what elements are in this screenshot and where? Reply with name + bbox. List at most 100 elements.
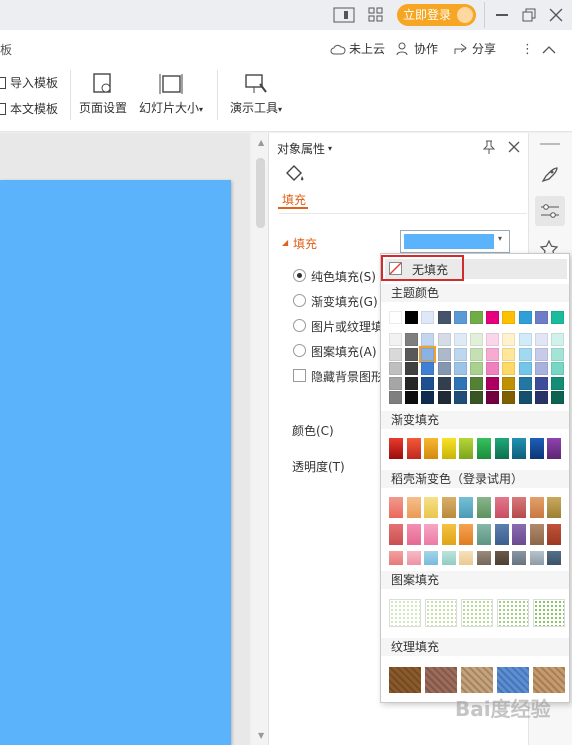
theme-color-swatch[interactable] [437,347,451,361]
docer-gradient-swatch[interactable] [406,497,421,518]
cloud-status[interactable]: 未上云 [330,40,385,57]
theme-color-swatch[interactable] [389,347,402,361]
theme-color-swatch[interactable] [453,391,467,404]
theme-color-swatch[interactable] [551,347,564,361]
tab-fill[interactable]: 填充 [282,191,306,208]
docer-gradient-swatch[interactable] [529,524,544,545]
theme-color-swatch[interactable] [470,311,483,324]
gradient-swatch[interactable] [459,438,474,459]
theme-color-swatch[interactable] [405,311,419,324]
docer-gradient-swatch[interactable] [441,497,456,518]
docer-gradient-swatch[interactable] [529,497,544,518]
login-button[interactable]: 立即登录 [397,4,476,26]
gradient-swatch[interactable] [529,438,544,459]
theme-color-swatch[interactable] [470,333,483,346]
restore-icon[interactable] [522,8,536,25]
gradient-swatch[interactable] [441,438,456,459]
scroll-up-icon[interactable]: ▲ [258,138,264,147]
option-picture-fill[interactable]: 图片或纹理填 [311,318,383,335]
close-window-icon[interactable] [549,8,563,25]
gradient-swatch[interactable] [547,438,562,459]
option-gradient-fill[interactable]: 渐变填充(G) [311,293,378,310]
docer-gradient-swatch[interactable] [389,524,403,545]
theme-color-swatch[interactable] [551,333,564,346]
theme-color-swatch[interactable] [405,347,419,361]
more-menu-icon[interactable]: ⋮ [521,42,534,57]
gradient-swatch[interactable] [494,438,509,459]
theme-color-swatch[interactable] [534,347,548,361]
rocket-icon[interactable] [540,166,558,187]
docer-gradient-swatch[interactable] [441,524,456,545]
pattern-swatch[interactable] [533,599,565,627]
theme-color-swatch[interactable] [486,362,500,375]
theme-color-swatch[interactable] [437,376,451,390]
theme-color-swatch[interactable] [389,333,402,346]
radio-solid-fill[interactable] [293,269,306,282]
theme-color-swatch[interactable] [421,362,435,375]
pattern-swatch[interactable] [497,599,529,627]
texture-swatch[interactable] [461,667,493,693]
radio-picture-fill[interactable] [293,319,306,332]
theme-color-swatch[interactable] [502,347,516,361]
theme-color-swatch[interactable] [551,362,564,375]
docer-gradient-swatch[interactable] [459,524,474,545]
option-solid-fill[interactable]: 纯色填充(S) [311,268,376,285]
close-panel-icon[interactable] [508,141,520,156]
docer-gradient-swatch[interactable] [477,497,491,518]
theme-color-swatch[interactable] [421,391,435,404]
fill-color-picker[interactable]: ▾ [400,230,510,253]
theme-color-swatch[interactable] [437,333,451,346]
theme-color-swatch[interactable] [421,311,435,324]
docer-gradient-swatch[interactable] [547,551,562,565]
theme-color-swatch[interactable] [405,362,419,375]
collapse-triangle-icon[interactable]: ◢ [282,238,288,247]
theme-color-swatch[interactable] [502,311,516,324]
theme-color-swatch[interactable] [486,311,500,324]
theme-color-swatch[interactable] [486,347,500,361]
collab-button[interactable]: 协作 [396,40,438,57]
docer-gradient-swatch[interactable] [547,524,562,545]
docer-gradient-swatch[interactable] [459,551,474,565]
theme-color-swatch[interactable] [518,347,532,361]
theme-color-swatch[interactable] [389,362,402,375]
pin-icon[interactable] [482,140,496,157]
slide-background[interactable] [0,180,231,745]
gradient-swatch[interactable] [424,438,439,459]
theme-color-swatch[interactable] [389,391,402,404]
hide-bg-checkbox[interactable] [293,369,306,382]
theme-color-swatch[interactable] [437,391,451,404]
import-template-button[interactable]: 导入模板 [0,74,58,91]
docer-gradient-swatch[interactable] [424,551,439,565]
docer-gradient-swatch[interactable] [494,497,509,518]
theme-color-swatch[interactable] [486,376,500,390]
docer-gradient-swatch[interactable] [494,551,509,565]
theme-color-swatch[interactable] [518,391,532,404]
properties-tool-active[interactable] [535,196,565,226]
theme-color-swatch[interactable] [518,362,532,375]
docer-gradient-swatch[interactable] [512,497,527,518]
ribbon-tab-partial[interactable]: 板 [0,41,12,58]
minimize-icon[interactable] [496,14,508,16]
theme-color-swatch[interactable] [453,347,467,361]
share-button[interactable]: 分享 [453,40,496,57]
theme-color-swatch[interactable] [502,333,516,346]
theme-color-swatch[interactable] [453,311,467,324]
grid-apps-icon[interactable] [368,7,384,26]
radio-gradient-fill[interactable] [293,294,306,307]
texture-swatch[interactable] [389,667,421,693]
theme-color-swatch[interactable] [470,347,483,361]
theme-color-swatch[interactable] [470,391,483,404]
slide-size-button[interactable]: 幻灯片大小▾ [136,72,206,116]
theme-color-swatch[interactable] [470,376,483,390]
theme-color-swatch[interactable] [534,311,548,324]
pattern-swatch[interactable] [389,599,421,627]
pattern-swatch[interactable] [425,599,457,627]
theme-color-swatch[interactable] [389,311,402,324]
docer-gradient-swatch[interactable] [512,524,527,545]
radio-pattern-fill[interactable] [293,344,306,357]
gradient-swatch[interactable] [512,438,527,459]
docer-gradient-swatch[interactable] [406,524,421,545]
docer-gradient-swatch[interactable] [459,497,474,518]
theme-color-swatch[interactable] [534,391,548,404]
theme-color-swatch[interactable] [534,376,548,390]
